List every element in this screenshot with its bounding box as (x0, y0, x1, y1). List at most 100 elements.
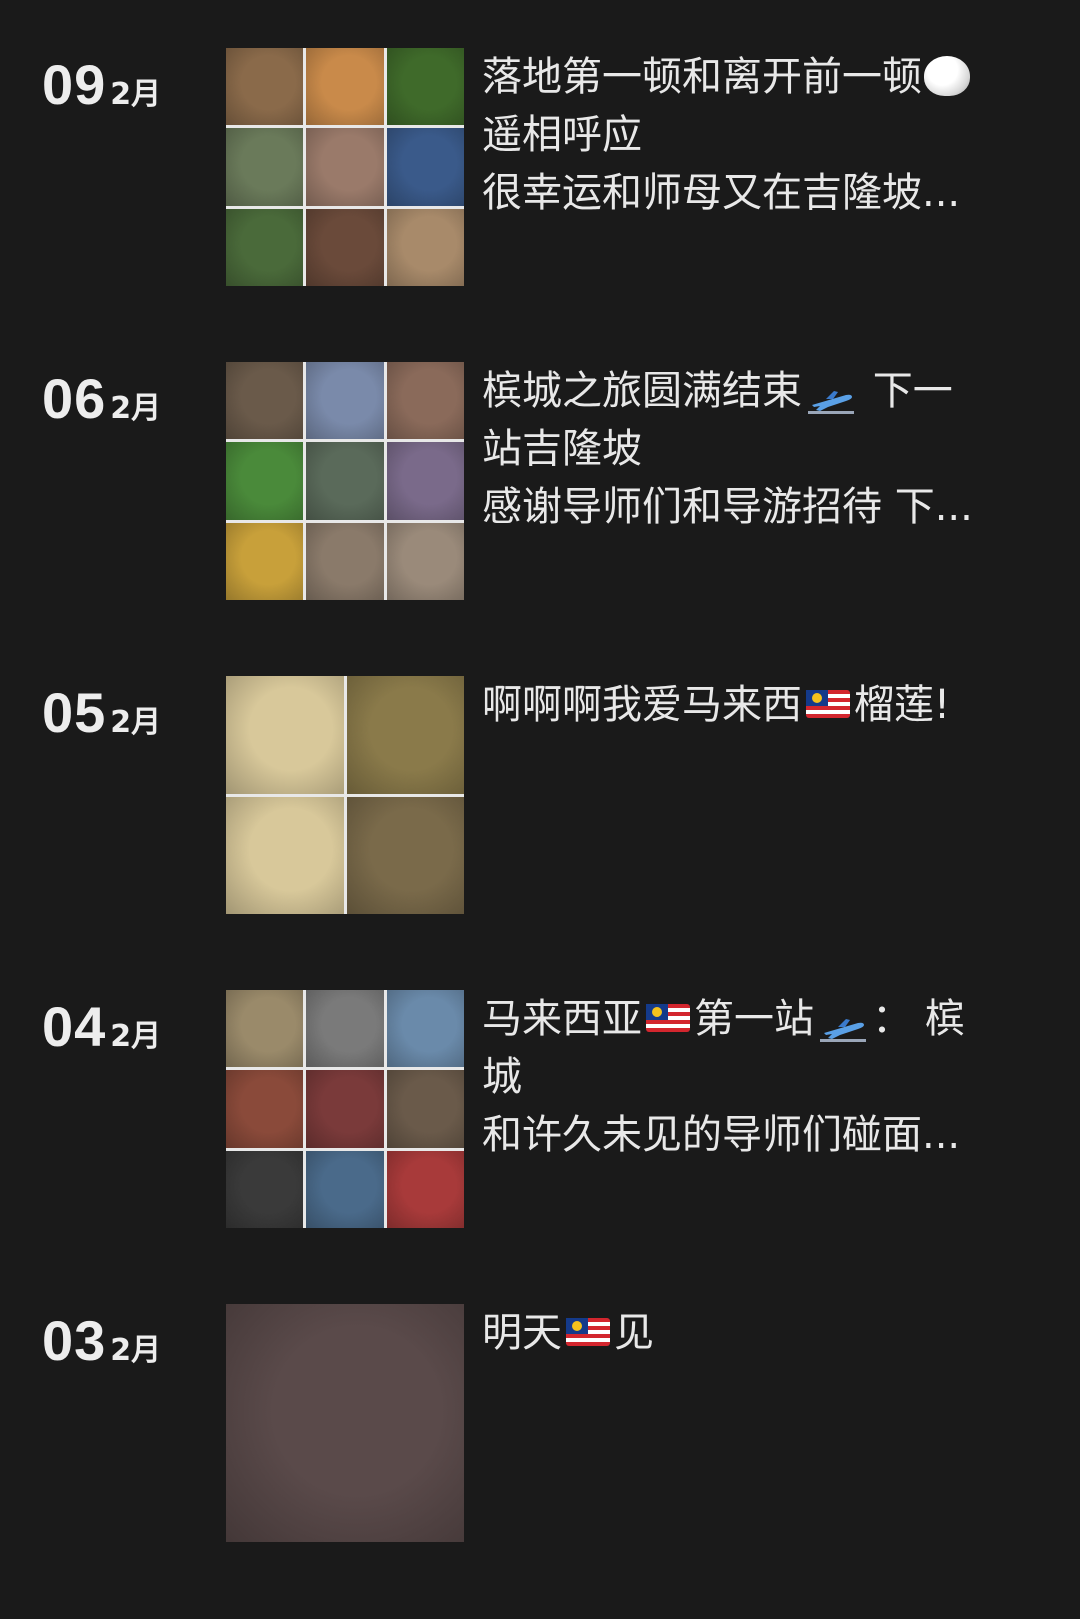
post-thumbnail[interactable] (226, 1304, 464, 1542)
photo-cell (306, 128, 384, 206)
photo-cell (346, 676, 464, 794)
post-thumbnail[interactable] (226, 48, 464, 286)
caption-text: ： 槟 (872, 996, 965, 1042)
caption-line: 很幸运和师母又在吉隆坡... (482, 164, 1022, 222)
malaysia-flag-icon (566, 1318, 610, 1346)
photo-cell (226, 362, 304, 440)
photo-cell (226, 1150, 304, 1228)
post-month: 2月 (110, 1333, 162, 1368)
post-thumbnail[interactable] (226, 990, 464, 1228)
post-month: 2月 (110, 77, 162, 112)
post-day: 04 (42, 995, 107, 1058)
airplane-icon (806, 375, 856, 414)
photo-cell (386, 522, 464, 600)
photo-grid (226, 990, 464, 1228)
post-day: 06 (42, 367, 107, 430)
caption-line: 落地第一顿和离开前一顿 (482, 48, 1022, 106)
caption-line: 槟城之旅圆满结束 下一 (482, 362, 1022, 420)
photo-cell (306, 1150, 384, 1228)
caption-line: 遥相呼应 (482, 106, 1022, 164)
caption-text: 槟城之旅圆满结束 (482, 368, 802, 414)
post-caption[interactable]: 啊啊啊我爱马来西 榴莲! (482, 676, 1022, 734)
photo-cell (306, 362, 384, 440)
caption-line: 啊啊啊我爱马来西 榴莲! (482, 676, 1022, 734)
photo-cell (386, 362, 464, 440)
post-caption[interactable]: 槟城之旅圆满结束 下一站吉隆坡感谢导师们和导游招待 下... (482, 362, 1022, 536)
photo-cell (226, 208, 304, 286)
post-month: 2月 (110, 391, 162, 426)
photo-grid (226, 676, 464, 914)
caption-text: 落地第一顿和离开前一顿 (482, 54, 922, 100)
post-caption[interactable]: 落地第一顿和离开前一顿 遥相呼应很幸运和师母又在吉隆坡... (482, 48, 1022, 222)
photo-cell (226, 676, 344, 794)
photo-grid (226, 48, 464, 286)
photo-cell (226, 442, 304, 520)
post-month: 2月 (110, 1019, 162, 1054)
moment-post[interactable]: 05 2月 啊啊啊我爱马来西 榴莲! (0, 676, 1080, 916)
moment-post[interactable]: 04 2月 马来西亚 第一站 ： 槟城和许久未见的导师们碰面... (0, 990, 1080, 1230)
photo-cell (386, 128, 464, 206)
caption-text: 很幸运和师母又在吉隆坡... (482, 170, 961, 216)
post-date: 06 2月 (42, 366, 161, 446)
caption-text: 明天 (482, 1310, 562, 1356)
caption-text: 见 (614, 1310, 654, 1356)
photo-cell (226, 990, 304, 1068)
caption-line: 感谢导师们和导游招待 下... (482, 478, 1022, 536)
photo-cell (386, 208, 464, 286)
post-date: 05 2月 (42, 680, 161, 760)
caption-line: 和许久未见的导师们碰面... (482, 1106, 1022, 1164)
caption-text: 感谢导师们和导游招待 下... (482, 484, 973, 530)
photo-cell (386, 48, 464, 126)
caption-line: 明天 见 (482, 1304, 1022, 1362)
caption-text: 啊啊啊我爱马来西 (482, 682, 802, 728)
post-date: 09 2月 (42, 52, 161, 132)
photo-cell (386, 990, 464, 1068)
post-caption[interactable]: 马来西亚 第一站 ： 槟城和许久未见的导师们碰面... (482, 990, 1022, 1164)
photo-cell (386, 442, 464, 520)
photo-cell (306, 1070, 384, 1148)
photo-cell (306, 208, 384, 286)
moment-post[interactable]: 09 2月 落地第一顿和离开前一顿 遥相呼应很幸运和师母又在吉隆坡... (0, 48, 1080, 288)
post-day: 05 (42, 681, 107, 744)
photo-cell (226, 522, 304, 600)
caption-text: 站吉隆坡 (482, 426, 642, 472)
caption-text: 马来西亚 (482, 996, 642, 1042)
caption-text: 下一 (860, 368, 953, 414)
caption-line: 站吉隆坡 (482, 420, 1022, 478)
post-thumbnail[interactable] (226, 362, 464, 600)
photo-cell (306, 990, 384, 1068)
photo-cell (226, 128, 304, 206)
post-month: 2月 (110, 705, 162, 740)
airplane-icon (818, 1003, 868, 1042)
caption-line: 城 (482, 1048, 1022, 1106)
photo-grid (226, 1304, 464, 1542)
photo-cell (306, 442, 384, 520)
caption-text: 第一站 (694, 996, 814, 1042)
moment-post[interactable]: 03 2月 明天 见 (0, 1304, 1080, 1544)
photo-cell (306, 48, 384, 126)
malaysia-flag-icon (646, 1004, 690, 1032)
photo-cell (386, 1070, 464, 1148)
caption-text: 遥相呼应 (482, 112, 642, 158)
photo-cell (306, 522, 384, 600)
post-caption[interactable]: 明天 见 (482, 1304, 1022, 1362)
post-thumbnail[interactable] (226, 676, 464, 914)
rice-bowl-icon (924, 56, 970, 96)
photo-cell (226, 796, 344, 914)
post-day: 03 (42, 1309, 107, 1372)
caption-text: 和许久未见的导师们碰面... (482, 1112, 961, 1158)
post-date: 04 2月 (42, 994, 161, 1074)
moment-post[interactable]: 06 2月 槟城之旅圆满结束 下一站吉隆坡感谢导师们和导游招待 下... (0, 362, 1080, 602)
caption-text: 榴莲! (854, 682, 951, 728)
photo-cell (226, 1070, 304, 1148)
photo-grid (226, 362, 464, 600)
caption-text: 城 (482, 1054, 522, 1100)
post-day: 09 (42, 53, 107, 116)
post-date: 03 2月 (42, 1308, 161, 1388)
photo-cell (226, 48, 304, 126)
photo-cell (226, 1304, 464, 1542)
photo-cell (386, 1150, 464, 1228)
caption-line: 马来西亚 第一站 ： 槟 (482, 990, 1022, 1048)
malaysia-flag-icon (806, 690, 850, 718)
photo-cell (346, 796, 464, 914)
